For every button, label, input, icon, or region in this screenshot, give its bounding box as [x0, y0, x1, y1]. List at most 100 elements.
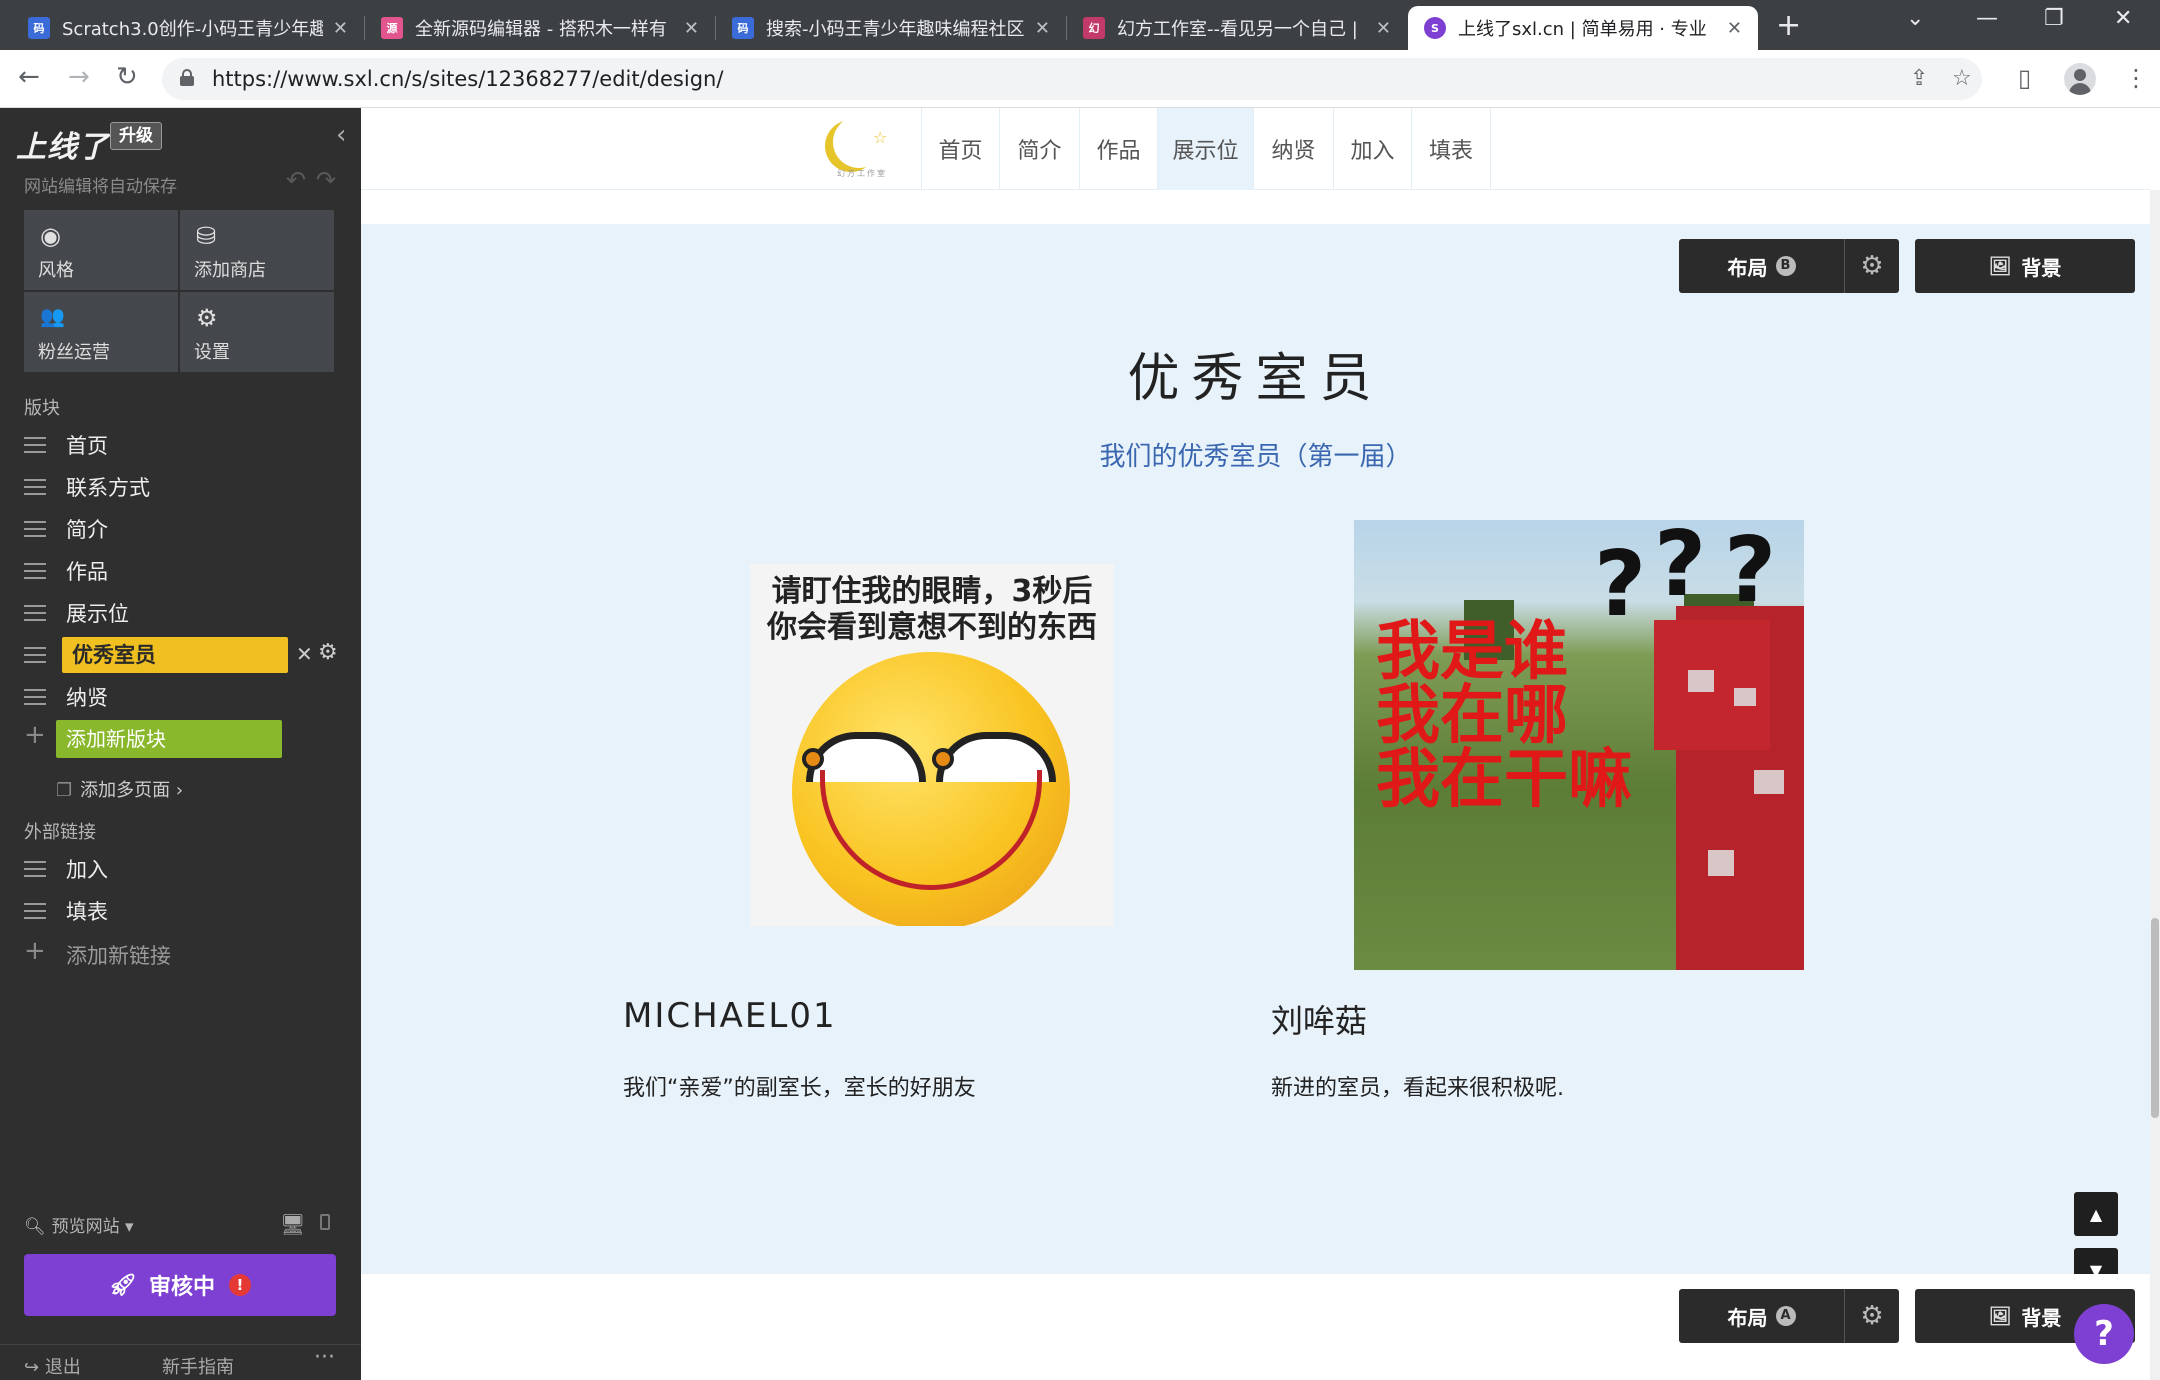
close-window-icon[interactable]: ✕: [2114, 6, 2132, 31]
member-description: 我们“亲爱”的副室长，室长的好朋友: [623, 1076, 976, 1101]
palette-icon: ◉: [40, 222, 61, 250]
drag-handle-icon[interactable]: [24, 563, 46, 579]
close-tab-icon[interactable]: ✕: [684, 18, 699, 39]
site-logo[interactable]: ☆ 幻方工作室: [829, 114, 893, 182]
block-label: 展示位: [66, 602, 129, 626]
scroll-up-button[interactable]: ▲: [2074, 1192, 2118, 1236]
fans-tile[interactable]: 👥 粉丝运营: [24, 292, 178, 372]
style-tile[interactable]: ◉ 风格: [24, 210, 178, 290]
sidebar-block-home[interactable]: 首页: [24, 428, 108, 462]
settings-tile[interactable]: ⚙ 设置: [180, 292, 334, 372]
browser-tab[interactable]: 码 搜索-小码王青少年趣味编程社区 ✕: [716, 6, 1066, 50]
share-icon[interactable]: ⇪: [1910, 66, 1928, 91]
drag-handle-icon[interactable]: [24, 605, 46, 621]
layout-button-a[interactable]: 布局 A ⚙: [1679, 1289, 1899, 1343]
background-button[interactable]: 🖼︎ 背景: [1915, 239, 2135, 293]
close-tab-icon[interactable]: ✕: [333, 18, 348, 39]
forward-icon[interactable]: →: [68, 62, 90, 92]
gear-icon[interactable]: ⚙: [1845, 1289, 1899, 1343]
page-scrollbar[interactable]: [2150, 190, 2160, 1380]
add-pages-link[interactable]: ❐ 添加多页面 ›: [56, 776, 183, 802]
logout-link[interactable]: ↪ 退出: [24, 1353, 81, 1379]
drag-handle-icon[interactable]: [24, 437, 46, 453]
close-tab-icon[interactable]: ✕: [1035, 18, 1050, 39]
sidebar-block-works[interactable]: 作品: [24, 554, 108, 588]
browser-tab-active[interactable]: S 上线了sxl.cn | 简单易用 · 专业 ✕: [1408, 6, 1758, 50]
tile-label: 风格: [38, 260, 74, 281]
drag-handle-icon[interactable]: [24, 647, 46, 663]
close-tab-icon[interactable]: ✕: [1727, 18, 1742, 39]
pages-icon: ❐: [56, 780, 73, 801]
review-status-button[interactable]: 🚀︎ 审核中 !: [24, 1254, 336, 1316]
tab-title: 上线了sxl.cn | 简单易用 · 专业: [1458, 19, 1707, 40]
mob-spot: [1708, 850, 1734, 876]
sidebar-block-members-selected[interactable]: 优秀室员: [24, 637, 288, 673]
minimize-icon[interactable]: —: [1976, 6, 1998, 31]
address-bar[interactable]: https://www.sxl.cn/s/sites/12368277/edit…: [162, 58, 1982, 100]
tab-search-icon[interactable]: ⌄: [1906, 6, 1924, 31]
add-block-button[interactable]: 添加新版块: [56, 720, 282, 758]
bookmark-star-icon[interactable]: ☆: [1952, 66, 1972, 91]
collapse-sidebar-icon[interactable]: ‹: [336, 120, 346, 150]
reload-icon[interactable]: ↻: [116, 62, 138, 92]
delete-block-icon[interactable]: ✕: [296, 642, 313, 666]
new-tab-icon[interactable]: +: [1776, 8, 1801, 43]
drag-handle-icon[interactable]: [24, 479, 46, 495]
gear-icon[interactable]: ⚙: [1845, 239, 1899, 293]
site-nav-works[interactable]: 作品: [1079, 108, 1157, 190]
side-panel-icon[interactable]: ▯: [2018, 64, 2031, 92]
more-icon[interactable]: ···: [314, 1345, 335, 1370]
browser-tab[interactable]: 码 Scratch3.0创作-小码王青少年趣 ✕: [12, 6, 364, 50]
profile-avatar[interactable]: [2064, 63, 2096, 95]
layout-label[interactable]: 布局 A: [1679, 1289, 1845, 1343]
add-link-button[interactable]: 添加新链接: [66, 940, 171, 970]
mobile-view-icon[interactable]: [320, 1214, 330, 1230]
editor-logo[interactable]: 上线了: [16, 122, 109, 166]
site-nav-home[interactable]: 首页: [921, 108, 999, 190]
plus-icon[interactable]: +: [24, 936, 46, 966]
drag-handle-icon[interactable]: [24, 861, 46, 877]
sidebar-link-form[interactable]: 填表: [24, 894, 108, 928]
restore-icon[interactable]: ❐: [2044, 6, 2064, 31]
back-icon[interactable]: ←: [18, 62, 40, 92]
sidebar-block-showcase[interactable]: 展示位: [24, 596, 129, 630]
sidebar-block-recruit[interactable]: 纳贤: [24, 680, 108, 714]
help-button[interactable]: ?: [2074, 1304, 2134, 1364]
guide-link[interactable]: 新手指南: [162, 1353, 234, 1379]
site-nav-recruit[interactable]: 纳贤: [1253, 108, 1333, 190]
url-text[interactable]: https://www.sxl.cn/s/sites/12368277/edit…: [212, 67, 723, 91]
close-tab-icon[interactable]: ✕: [1376, 18, 1391, 39]
layout-button-b[interactable]: 布局 B ⚙: [1679, 239, 1899, 293]
undo-icon[interactable]: ↶: [286, 166, 306, 194]
add-shop-tile[interactable]: ⛁ 添加商店: [180, 210, 334, 290]
drag-handle-icon[interactable]: [24, 689, 46, 705]
section-title: 优秀室员: [1127, 349, 1384, 409]
browser-tab[interactable]: 幻 幻方工作室--看见另一个自己 | ✕: [1067, 6, 1407, 50]
lock-icon[interactable]: [180, 69, 194, 86]
member-name: 刘哞菇: [1271, 1002, 1368, 1040]
browser-tab[interactable]: 源 全新源码编辑器 - 搭积木一样有 ✕: [365, 6, 715, 50]
drag-handle-icon[interactable]: [24, 521, 46, 537]
site-nav-showcase[interactable]: 展示位: [1157, 108, 1253, 190]
block-settings-icon[interactable]: ⚙: [318, 640, 338, 665]
preview-site-dropdown[interactable]: 🔍︎ 预览网站 ▾: [24, 1212, 134, 1237]
browser-menu-icon[interactable]: ⋮: [2124, 64, 2148, 92]
triangle-up-icon: ▲: [2089, 1204, 2103, 1224]
member-photo-minecraft[interactable]: ? ? ? 我是谁 我在哪 我在干嘛: [1354, 520, 1804, 970]
member-photo-smiley[interactable]: 请盯住我的眼睛，3秒后 你会看到意想不到的东西: [750, 564, 1114, 926]
plus-icon[interactable]: +: [24, 720, 46, 750]
sidebar-block-intro[interactable]: 简介: [24, 512, 108, 546]
upgrade-button[interactable]: 升级: [110, 122, 162, 150]
block-label: 首页: [66, 434, 108, 458]
redo-icon[interactable]: ↷: [316, 166, 336, 194]
site-nav-form[interactable]: 填表: [1411, 108, 1491, 190]
site-nav-join[interactable]: 加入: [1333, 108, 1411, 190]
sidebar-link-join[interactable]: 加入: [24, 852, 108, 886]
layout-label[interactable]: 布局 B: [1679, 239, 1845, 293]
scrollbar-thumb[interactable]: [2151, 918, 2159, 1118]
drag-handle-icon[interactable]: [24, 903, 46, 919]
sidebar-block-contact[interactable]: 联系方式: [24, 470, 150, 504]
site-nav-intro[interactable]: 简介: [999, 108, 1079, 190]
link-label: 加入: [66, 858, 108, 882]
desktop-view-icon[interactable]: 🖥︎: [280, 1212, 305, 1236]
